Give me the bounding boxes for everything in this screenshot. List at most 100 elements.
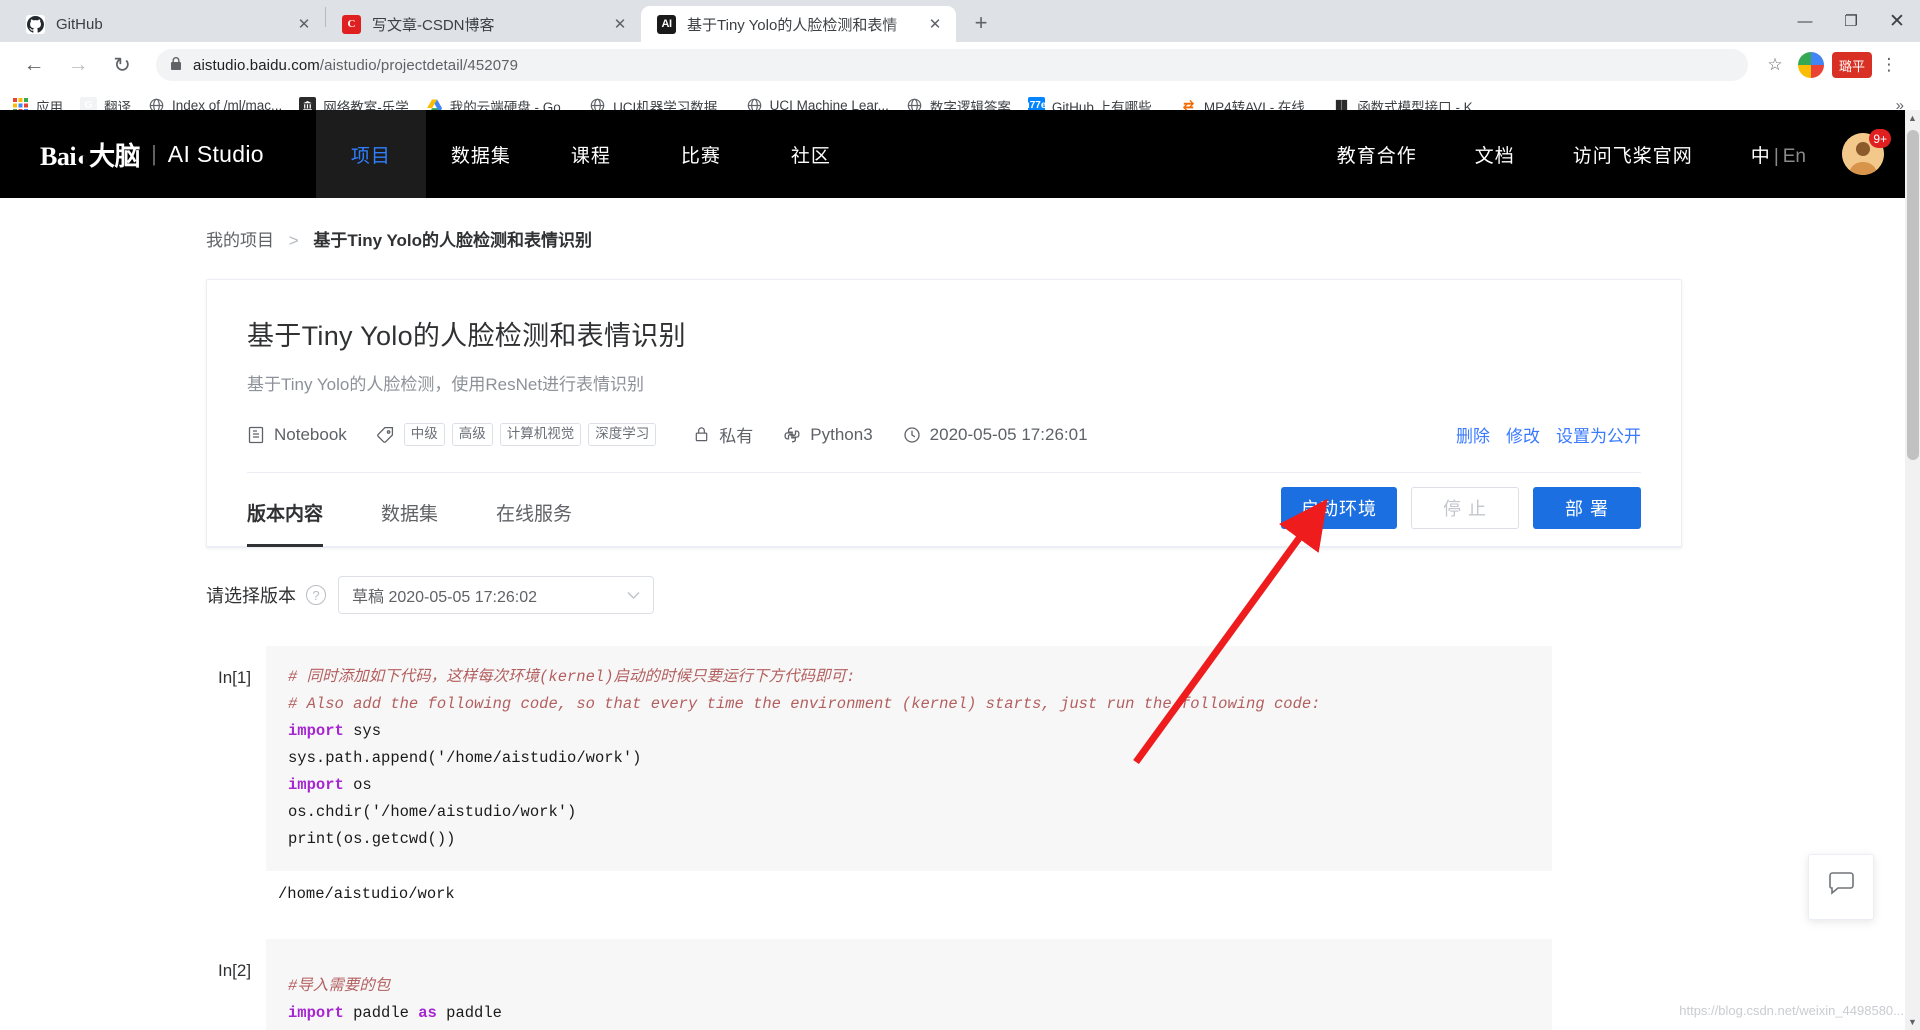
- project-type-label: Notebook: [274, 424, 347, 444]
- notebook-icon: [247, 426, 265, 444]
- start-env-button[interactable]: 启动环境: [1281, 486, 1397, 529]
- project-header: 基于Tiny Yolo的人脸检测和表情识别 基于Tiny Yolo的人脸检测，使…: [207, 280, 1681, 473]
- tab-version-content[interactable]: 版本内容: [247, 473, 324, 547]
- code-keyword: import: [288, 1004, 344, 1022]
- site-nav-link-education[interactable]: 教育合作: [1337, 141, 1417, 168]
- make-public-link[interactable]: 设置为公开: [1556, 422, 1641, 447]
- code-text: sys.path.append('/home/aistudio/work'): [288, 749, 642, 767]
- site-nav-item-projects[interactable]: 项目: [315, 110, 426, 198]
- scroll-down-icon[interactable]: ▼: [1905, 1014, 1920, 1030]
- profile-avatar[interactable]: [1797, 52, 1824, 78]
- window-maximize-button[interactable]: ❐: [1828, 0, 1874, 42]
- browser-toolbar: ← → ↻ aistudio.baidu.com/aistudio/projec…: [0, 42, 1920, 89]
- edit-link[interactable]: 修改: [1506, 422, 1540, 447]
- site-nav-item-courses[interactable]: 课程: [536, 110, 646, 198]
- forward-icon[interactable]: →: [58, 45, 98, 85]
- browser-tab-github[interactable]: GitHub ✕: [10, 6, 325, 42]
- tag-item[interactable]: 计算机视觉: [499, 422, 582, 447]
- env-button-group: 启动环境 停 止 部 署: [1281, 486, 1641, 533]
- tag-item[interactable]: 高级: [451, 422, 493, 447]
- site-nav-item-datasets[interactable]: 数据集: [426, 110, 536, 198]
- chrome-menu-icon[interactable]: ⋮: [1872, 48, 1906, 82]
- tab-datasets[interactable]: 数据集: [381, 473, 438, 546]
- language-switcher[interactable]: 中 | En: [1751, 141, 1806, 168]
- tag-icon: [376, 426, 395, 444]
- site-nav-item-competitions[interactable]: 比赛: [646, 110, 756, 198]
- code-keyword: import: [288, 776, 344, 794]
- back-icon[interactable]: ←: [14, 45, 54, 85]
- page-scrollbar[interactable]: ▲ ▼: [1905, 110, 1920, 1030]
- project-description: 基于Tiny Yolo的人脸检测，使用ResNet进行表情识别: [247, 375, 645, 394]
- version-label: 请选择版本: [206, 586, 296, 606]
- watermark: https://blog.csdn.net/weixin_4498580...: [1679, 1003, 1904, 1018]
- url-host: aistudio.baidu.com: [193, 56, 320, 74]
- cell-source[interactable]: #导入需要的包 import paddle as paddle import p…: [266, 939, 1552, 1030]
- cell-source[interactable]: # 同时添加如下代码，这样每次环境(kernel)启动的时候只要运行下方代码即可…: [266, 646, 1552, 871]
- address-bar[interactable]: aistudio.baidu.com/aistudio/projectdetai…: [156, 49, 1748, 81]
- clock-icon: [903, 426, 921, 444]
- lang-cn[interactable]: 中: [1751, 146, 1770, 167]
- github-icon: [26, 14, 45, 34]
- site-nav-item-community[interactable]: 社区: [756, 110, 866, 198]
- version-select-value: 草稿 2020-05-05 17:26:02: [352, 589, 538, 606]
- lang-en[interactable]: En: [1783, 146, 1806, 167]
- notification-badge[interactable]: 9+: [1869, 129, 1891, 148]
- site-nav-link-docs[interactable]: 文档: [1475, 141, 1515, 168]
- breadcrumb-current: 基于Tiny Yolo的人脸检测和表情识别: [313, 231, 593, 250]
- help-icon[interactable]: ?: [306, 585, 326, 605]
- breadcrumb-separator: >: [288, 231, 299, 250]
- code-text: sys: [343, 722, 382, 740]
- project-timestamp: 2020-05-05 17:26:01: [903, 425, 1088, 445]
- code-keyword: import: [288, 722, 344, 740]
- tab-online-service[interactable]: 在线服务: [496, 473, 572, 546]
- feedback-button[interactable]: [1808, 854, 1874, 920]
- tab-close-icon[interactable]: ✕: [609, 15, 631, 33]
- reload-icon[interactable]: ↻: [102, 45, 142, 85]
- delete-link[interactable]: 删除: [1456, 422, 1490, 447]
- cell-output: /home/aistudio/work: [278, 885, 455, 903]
- chevron-down-icon: [627, 588, 640, 603]
- tab-close-icon[interactable]: ✕: [924, 15, 946, 33]
- window-controls: — ❐ ✕: [1782, 0, 1920, 42]
- project-type: Notebook: [247, 425, 347, 445]
- scroll-up-icon[interactable]: ▲: [1905, 110, 1920, 126]
- bookmark-star-icon[interactable]: ☆: [1758, 48, 1792, 82]
- tag-item[interactable]: 中级: [403, 422, 445, 447]
- project-visibility-label: 私有: [719, 427, 754, 446]
- window-minimize-button[interactable]: —: [1782, 0, 1828, 42]
- code-text: os: [343, 776, 372, 794]
- avatar-wrapper[interactable]: 9+: [1842, 129, 1891, 175]
- project-visibility: 私有: [693, 422, 753, 447]
- logo-divider: |: [151, 141, 157, 166]
- tag-item[interactable]: 深度学习: [588, 422, 657, 447]
- tab-close-icon[interactable]: ✕: [293, 15, 315, 33]
- project-card: 基于Tiny Yolo的人脸检测和表情识别 基于Tiny Yolo的人脸检测，使…: [206, 279, 1682, 548]
- breadcrumb-root[interactable]: 我的项目: [206, 231, 274, 250]
- page-title: 基于Tiny Yolo的人脸检测和表情识别: [247, 321, 686, 351]
- aistudio-logo[interactable]: Bai◐大脑 | AI Studio: [0, 136, 316, 173]
- site-nav-link-paddle[interactable]: 访问飞桨官网: [1573, 141, 1693, 168]
- python-icon: [783, 426, 801, 444]
- user-chip[interactable]: 璐平: [1831, 52, 1872, 78]
- toolbar-right: ☆ 璐平 ⋮: [1758, 48, 1906, 82]
- project-tabs: 版本内容 数据集 在线服务 启动环境 停 止 部 署: [207, 473, 1681, 547]
- page-content: Bai◐大脑 | AI Studio 项目 数据集 课程 比赛 社区 教育合作 …: [0, 110, 1920, 1030]
- code-keyword: as: [418, 1004, 437, 1022]
- browser-tab-csdn[interactable]: C 写文章-CSDN博客 ✕: [326, 6, 641, 42]
- stop-button[interactable]: 停 止: [1411, 486, 1519, 529]
- code-comment: # Also add the following code, so that e…: [288, 695, 1321, 713]
- project-runtime: Python3: [783, 424, 873, 445]
- address-bar-url: aistudio.baidu.com/aistudio/projectdetai…: [193, 57, 518, 74]
- deploy-button[interactable]: 部 署: [1533, 486, 1641, 529]
- project-runtime-label: Python3: [810, 424, 873, 444]
- browser-tab-aistudio[interactable]: AI 基于Tiny Yolo的人脸检测和表情 ✕: [641, 6, 956, 42]
- new-tab-button[interactable]: +: [964, 6, 998, 40]
- window-close-button[interactable]: ✕: [1874, 0, 1920, 42]
- lock-icon: [693, 426, 710, 443]
- version-select[interactable]: 草稿 2020-05-05 17:26:02: [338, 576, 654, 614]
- code-text: paddle: [343, 1004, 419, 1022]
- csdn-icon: C: [342, 14, 361, 34]
- version-selector-row: 请选择版本 ? 草稿 2020-05-05 17:26:02: [0, 548, 1920, 614]
- code-comment: #导入需要的包: [288, 977, 391, 995]
- scrollbar-thumb[interactable]: [1907, 130, 1919, 460]
